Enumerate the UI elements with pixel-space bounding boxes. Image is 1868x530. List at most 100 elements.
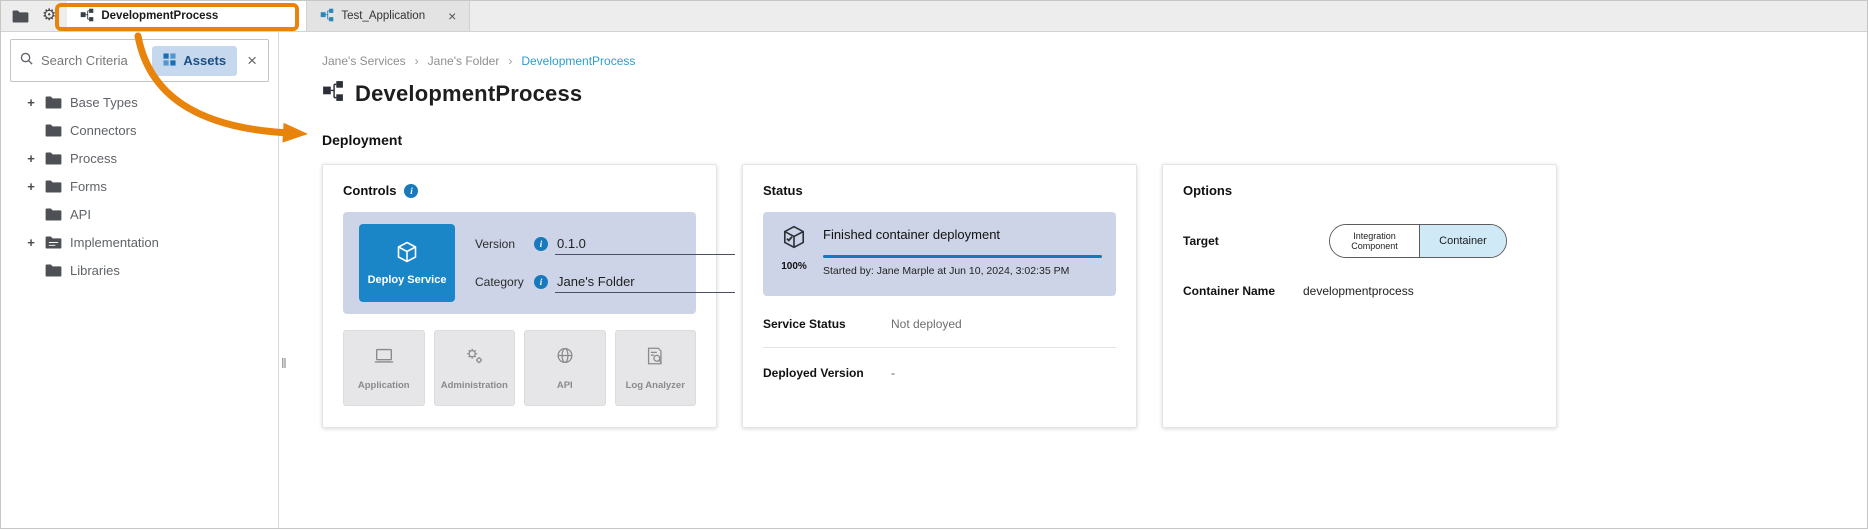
target-option-container[interactable]: Container — [1420, 225, 1506, 257]
control-action-tiles: Application Administration API — [343, 330, 696, 406]
application-button[interactable]: Application — [343, 330, 425, 406]
app-window: ⚙ DevelopmentProcess Test_Application × — [0, 0, 1868, 529]
tree-item-label: Forms — [70, 179, 107, 194]
tree-item-label: Connectors — [70, 123, 136, 138]
sidebar-item-api[interactable]: API — [1, 200, 278, 228]
tree-item-label: Libraries — [70, 263, 120, 278]
container-name-value: developmentprocess — [1303, 284, 1414, 298]
deployed-version-label: Deployed Version — [763, 366, 891, 380]
tree-item-label: Base Types — [70, 95, 138, 110]
expand-icon[interactable]: + — [25, 95, 37, 110]
asset-tree: + Base Types Connectors + Process + Form… — [1, 88, 278, 284]
status-started-info: Started by: Jane Marple at Jun 10, 2024,… — [823, 265, 1102, 277]
settings-gear-icon[interactable]: ⚙ — [42, 8, 56, 24]
breadcrumb-janes-services[interactable]: Jane's Services — [322, 54, 406, 68]
info-icon[interactable]: i — [404, 184, 418, 198]
gears-icon — [463, 345, 485, 372]
breadcrumb-separator: › — [415, 54, 419, 68]
log-search-icon — [644, 345, 666, 372]
assets-grid-icon — [163, 53, 176, 69]
options-card-title: Options — [1183, 183, 1232, 198]
page-title-row: DevelopmentProcess — [322, 80, 1867, 107]
status-message: Finished container deployment — [823, 224, 1102, 242]
controls-card-title: Controls — [343, 183, 396, 198]
options-card: Options Target Integration Component Con… — [1162, 164, 1557, 428]
search-input[interactable] — [41, 53, 145, 68]
tab-label: DevelopmentProcess — [101, 10, 218, 22]
deployment-status-panel: 100% Finished container deployment Start… — [763, 212, 1116, 296]
status-card-title: Status — [763, 183, 803, 198]
sidebar-item-base-types[interactable]: + Base Types — [1, 88, 278, 116]
target-row: Target Integration Component Container — [1183, 224, 1536, 258]
divider — [763, 347, 1116, 348]
breadcrumb-janes-folder[interactable]: Jane's Folder — [428, 54, 500, 68]
controls-card: Controls i Deploy Service Version i — [322, 164, 717, 428]
search-bar: Assets × — [10, 39, 269, 82]
breadcrumb-current[interactable]: DevelopmentProcess — [521, 54, 635, 68]
container-name-row: Container Name developmentprocess — [1183, 284, 1536, 298]
tab-development-process[interactable]: DevelopmentProcess — [67, 1, 307, 31]
expand-icon[interactable]: + — [25, 235, 37, 250]
folder-icon — [45, 208, 62, 221]
application-label: Application — [358, 380, 410, 391]
sidebar-item-implementation[interactable]: + Implementation — [1, 228, 278, 256]
info-icon[interactable]: i — [534, 237, 548, 251]
info-icon[interactable]: i — [534, 275, 548, 289]
target-option-integration-component[interactable]: Integration Component — [1330, 225, 1420, 257]
topbar-icon-group: ⚙ — [1, 1, 67, 31]
status-card: Status 100% Finished container deploymen… — [742, 164, 1137, 428]
folder-icon — [45, 180, 62, 193]
target-label: Target — [1183, 234, 1303, 248]
process-icon — [80, 8, 94, 25]
package-check-icon — [781, 224, 807, 255]
sidebar-item-forms[interactable]: + Forms — [1, 172, 278, 200]
close-tab-icon[interactable]: × — [448, 8, 456, 24]
breadcrumb: Jane's Services › Jane's Folder › Develo… — [322, 54, 1867, 68]
api-label: API — [557, 380, 573, 391]
sidebar-resize-handle[interactable]: ‖ — [281, 355, 287, 371]
sidebar-item-process[interactable]: + Process — [1, 144, 278, 172]
deploy-service-button[interactable]: Deploy Service — [359, 224, 455, 302]
folder-implementation-icon — [45, 236, 62, 249]
sidebar-item-libraries[interactable]: Libraries — [1, 256, 278, 284]
top-tab-bar: ⚙ DevelopmentProcess Test_Application × — [1, 1, 1867, 32]
expand-icon[interactable]: + — [25, 179, 37, 194]
administration-label: Administration — [441, 380, 508, 391]
deployment-section-heading: Deployment — [322, 132, 1867, 148]
deploy-button-label: Deploy Service — [368, 274, 447, 286]
tab-test-application[interactable]: Test_Application × — [307, 1, 470, 31]
log-analyzer-button[interactable]: Log Analyzer — [615, 330, 697, 406]
folder-icon — [45, 152, 62, 165]
target-toggle: Integration Component Container — [1329, 224, 1507, 258]
clear-search-icon[interactable]: × — [244, 52, 260, 69]
globe-icon — [554, 345, 576, 372]
service-status-label: Service Status — [763, 317, 891, 331]
progress-bar — [823, 255, 1102, 258]
log-analyzer-label: Log Analyzer — [626, 380, 685, 391]
service-status-value: Not deployed — [891, 317, 962, 331]
version-input[interactable] — [555, 234, 735, 255]
administration-button[interactable]: Administration — [434, 330, 516, 406]
process-icon — [320, 8, 334, 25]
category-input[interactable] — [555, 272, 735, 293]
assets-filter-chip[interactable]: Assets — [152, 46, 237, 76]
expand-icon[interactable]: + — [25, 151, 37, 166]
main-content: Jane's Services › Jane's Folder › Develo… — [280, 32, 1867, 528]
deployed-version-row: Deployed Version - — [763, 366, 1116, 380]
folder-icon — [45, 124, 62, 137]
search-icon — [19, 51, 34, 71]
application-icon — [373, 345, 395, 372]
package-icon — [395, 240, 419, 267]
asset-explorer-sidebar: Assets × + Base Types Connectors + Proce… — [1, 32, 279, 528]
tree-item-label: Implementation — [70, 235, 159, 250]
folder-icon — [45, 96, 62, 109]
tab-label: Test_Application — [341, 10, 425, 22]
service-status-row: Service Status Not deployed — [763, 317, 1116, 331]
tree-item-label: API — [70, 207, 91, 222]
sidebar-item-connectors[interactable]: Connectors — [1, 116, 278, 144]
folder-browse-icon[interactable] — [12, 10, 29, 23]
folder-icon — [45, 264, 62, 277]
api-button[interactable]: API — [524, 330, 606, 406]
page-title: DevelopmentProcess — [355, 81, 582, 107]
breadcrumb-separator: › — [508, 54, 512, 68]
